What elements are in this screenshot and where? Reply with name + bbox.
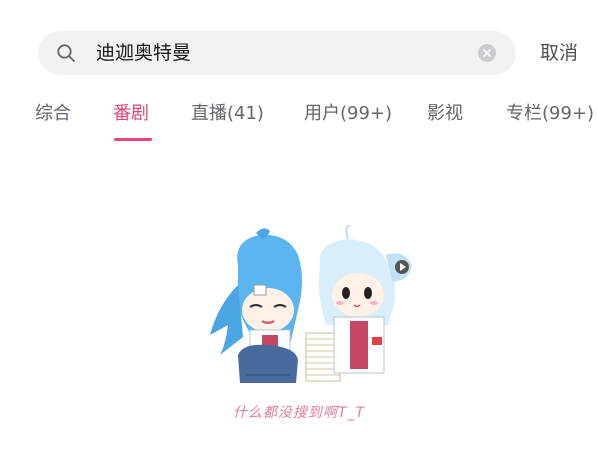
empty-state-illustration [210,225,412,383]
tab-live[interactable]: 直播(41) [191,96,264,132]
search-icon [56,43,76,63]
cancel-button[interactable]: 取消 [540,31,578,75]
clear-icon[interactable] [478,44,496,62]
active-tab-indicator [114,138,152,141]
empty-state-message: 什么都没搜到啊T_T [232,405,366,421]
empty-state: 什么都没搜到啊T_T [0,225,598,425]
search-input[interactable]: 迪迦奥特曼 [96,31,191,75]
tab-film-tv[interactable]: 影视 [427,96,463,132]
tab-users[interactable]: 用户(99+) [304,96,392,132]
tab-articles[interactable]: 专栏(99+) [506,96,594,132]
search-bar[interactable]: 迪迦奥特曼 [38,31,516,75]
tab-all[interactable]: 综合 [35,96,71,132]
tab-bangumi[interactable]: 番剧 [113,96,149,132]
tab-bar: 综合 番剧 直播(41) 用户(99+) 影视 专栏(99+) [0,96,598,146]
